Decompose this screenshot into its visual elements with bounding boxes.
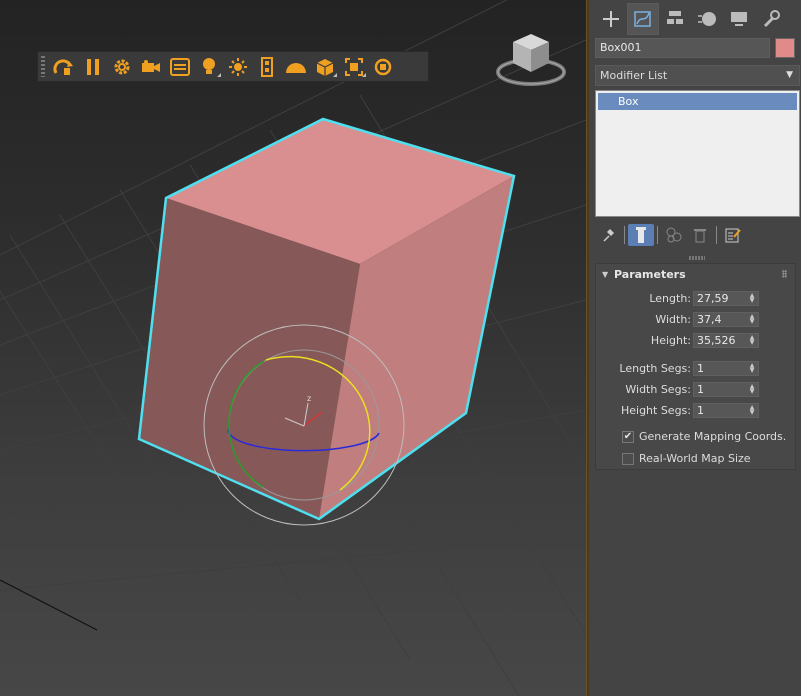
height-row: Height: 35,526 ▲ ▼ [596,333,795,349]
height-segs-spinner[interactable]: 1 ▲ ▼ [693,403,759,418]
toolbar-separator [657,226,658,244]
orbit-icon[interactable] [49,53,78,80]
spinner-arrows-icon[interactable]: ▲ ▼ [749,293,755,304]
menu-bars-icon[interactable] [165,53,194,80]
sun-icon[interactable] [223,53,252,80]
command-panel-tabs [589,0,801,38]
perspective-viewport[interactable]: z [0,0,586,696]
rollout-title: Parameters [614,268,686,281]
length-segs-value[interactable]: 1 [697,362,704,375]
dome-light-icon[interactable] [281,53,310,80]
remove-modifier-icon[interactable] [687,224,713,246]
real-world-map-size-checkbox[interactable] [622,453,634,465]
height-spinner[interactable]: 35,526 ▲ ▼ [693,333,759,348]
modifier-list-dropdown[interactable]: Modifier List ▼ [595,65,800,86]
parameters-rollout: ▼ Parameters Length: 27,59 ▲ ▼ Width: 37,… [595,263,796,470]
width-label: Width: [655,313,691,326]
height-segs-label: Height Segs: [620,404,691,417]
width-segs-spinner[interactable]: 1 ▲ ▼ [693,382,759,397]
height-segs-row: Height Segs: 1 ▲ ▼ [596,403,795,419]
show-end-result-icon[interactable] [628,224,654,246]
rollout-grip-icon[interactable] [782,270,787,278]
modifier-stack[interactable]: Box [595,90,800,217]
modify-icon[interactable] [627,3,659,35]
reset-icon[interactable] [368,53,397,80]
object-name-row: Box001 [595,38,795,60]
modifier-list-label: Modifier List [600,69,668,82]
generate-mapping-coords-label: Generate Mapping Coords. [639,430,787,443]
parameters-rollout-header[interactable]: ▼ Parameters [596,264,795,285]
length-segs-spinner[interactable]: 1 ▲ ▼ [693,361,759,376]
configure-modifier-sets-icon[interactable] [720,224,746,246]
object-name-field[interactable]: Box001 [595,38,770,58]
height-value[interactable]: 35,526 [697,334,736,347]
utilities-icon[interactable] [755,3,787,35]
height-label: Height: [650,334,691,347]
frame-icon[interactable] [339,53,368,80]
length-spinner[interactable]: 27,59 ▲ ▼ [693,291,759,306]
viewport-toolbar [37,51,429,82]
length-row: Length: 27,59 ▲ ▼ [596,291,795,307]
toolbar-grip[interactable] [41,56,45,77]
panel-splitter-grip[interactable] [689,256,705,260]
toolbar-separator [624,226,625,244]
viewport-scene[interactable]: z [0,0,586,696]
motion-icon[interactable] [691,3,723,35]
length-segs-row: Length Segs: 1 ▲ ▼ [596,361,795,377]
make-unique-icon[interactable] [661,224,687,246]
width-segs-label: Width Segs: [625,383,691,396]
light-bulb-icon[interactable] [194,53,223,80]
stack-toolbar [595,223,800,247]
length-segs-label: Length Segs: [619,362,691,375]
object-color-swatch[interactable] [775,38,795,58]
spinner-arrows-icon[interactable]: ▲ ▼ [749,314,755,325]
viewcube[interactable] [495,32,567,94]
hierarchy-icon[interactable] [659,3,691,35]
gizmo-z-label: z [307,394,311,403]
width-row: Width: 37,4 ▲ ▼ [596,312,795,328]
pause-icon[interactable] [78,53,107,80]
length-label: Length: [649,292,691,305]
spinner-arrows-icon[interactable]: ▲ ▼ [749,335,755,346]
width-segs-value[interactable]: 1 [697,383,704,396]
width-spinner[interactable]: 37,4 ▲ ▼ [693,312,759,327]
spinner-arrows-icon[interactable]: ▲ ▼ [749,384,755,395]
create-icon[interactable] [595,3,627,35]
collapse-triangle-icon[interactable]: ▼ [602,264,608,285]
width-value[interactable]: 37,4 [697,313,722,326]
stack-item-box[interactable]: Box [598,93,797,110]
real-world-map-size-label: Real-World Map Size [639,452,751,465]
settings-gear-icon[interactable] [107,53,136,80]
camera-icon[interactable] [136,53,165,80]
generate-mapping-coords-checkbox[interactable]: ✔ [622,431,634,443]
film-icon[interactable] [252,53,281,80]
world-axis-line [0,579,98,631]
pin-stack-icon[interactable] [595,224,621,246]
box-icon[interactable] [310,53,339,80]
length-value[interactable]: 27,59 [697,292,729,305]
display-icon[interactable] [723,3,755,35]
width-segs-row: Width Segs: 1 ▲ ▼ [596,382,795,398]
height-segs-value[interactable]: 1 [697,404,704,417]
dropdown-arrow-icon: ▼ [786,70,793,80]
spinner-arrows-icon[interactable]: ▲ ▼ [749,405,755,416]
toolbar-separator [716,226,717,244]
spinner-arrows-icon[interactable]: ▲ ▼ [749,363,755,374]
box001-mesh[interactable] [137,117,516,521]
